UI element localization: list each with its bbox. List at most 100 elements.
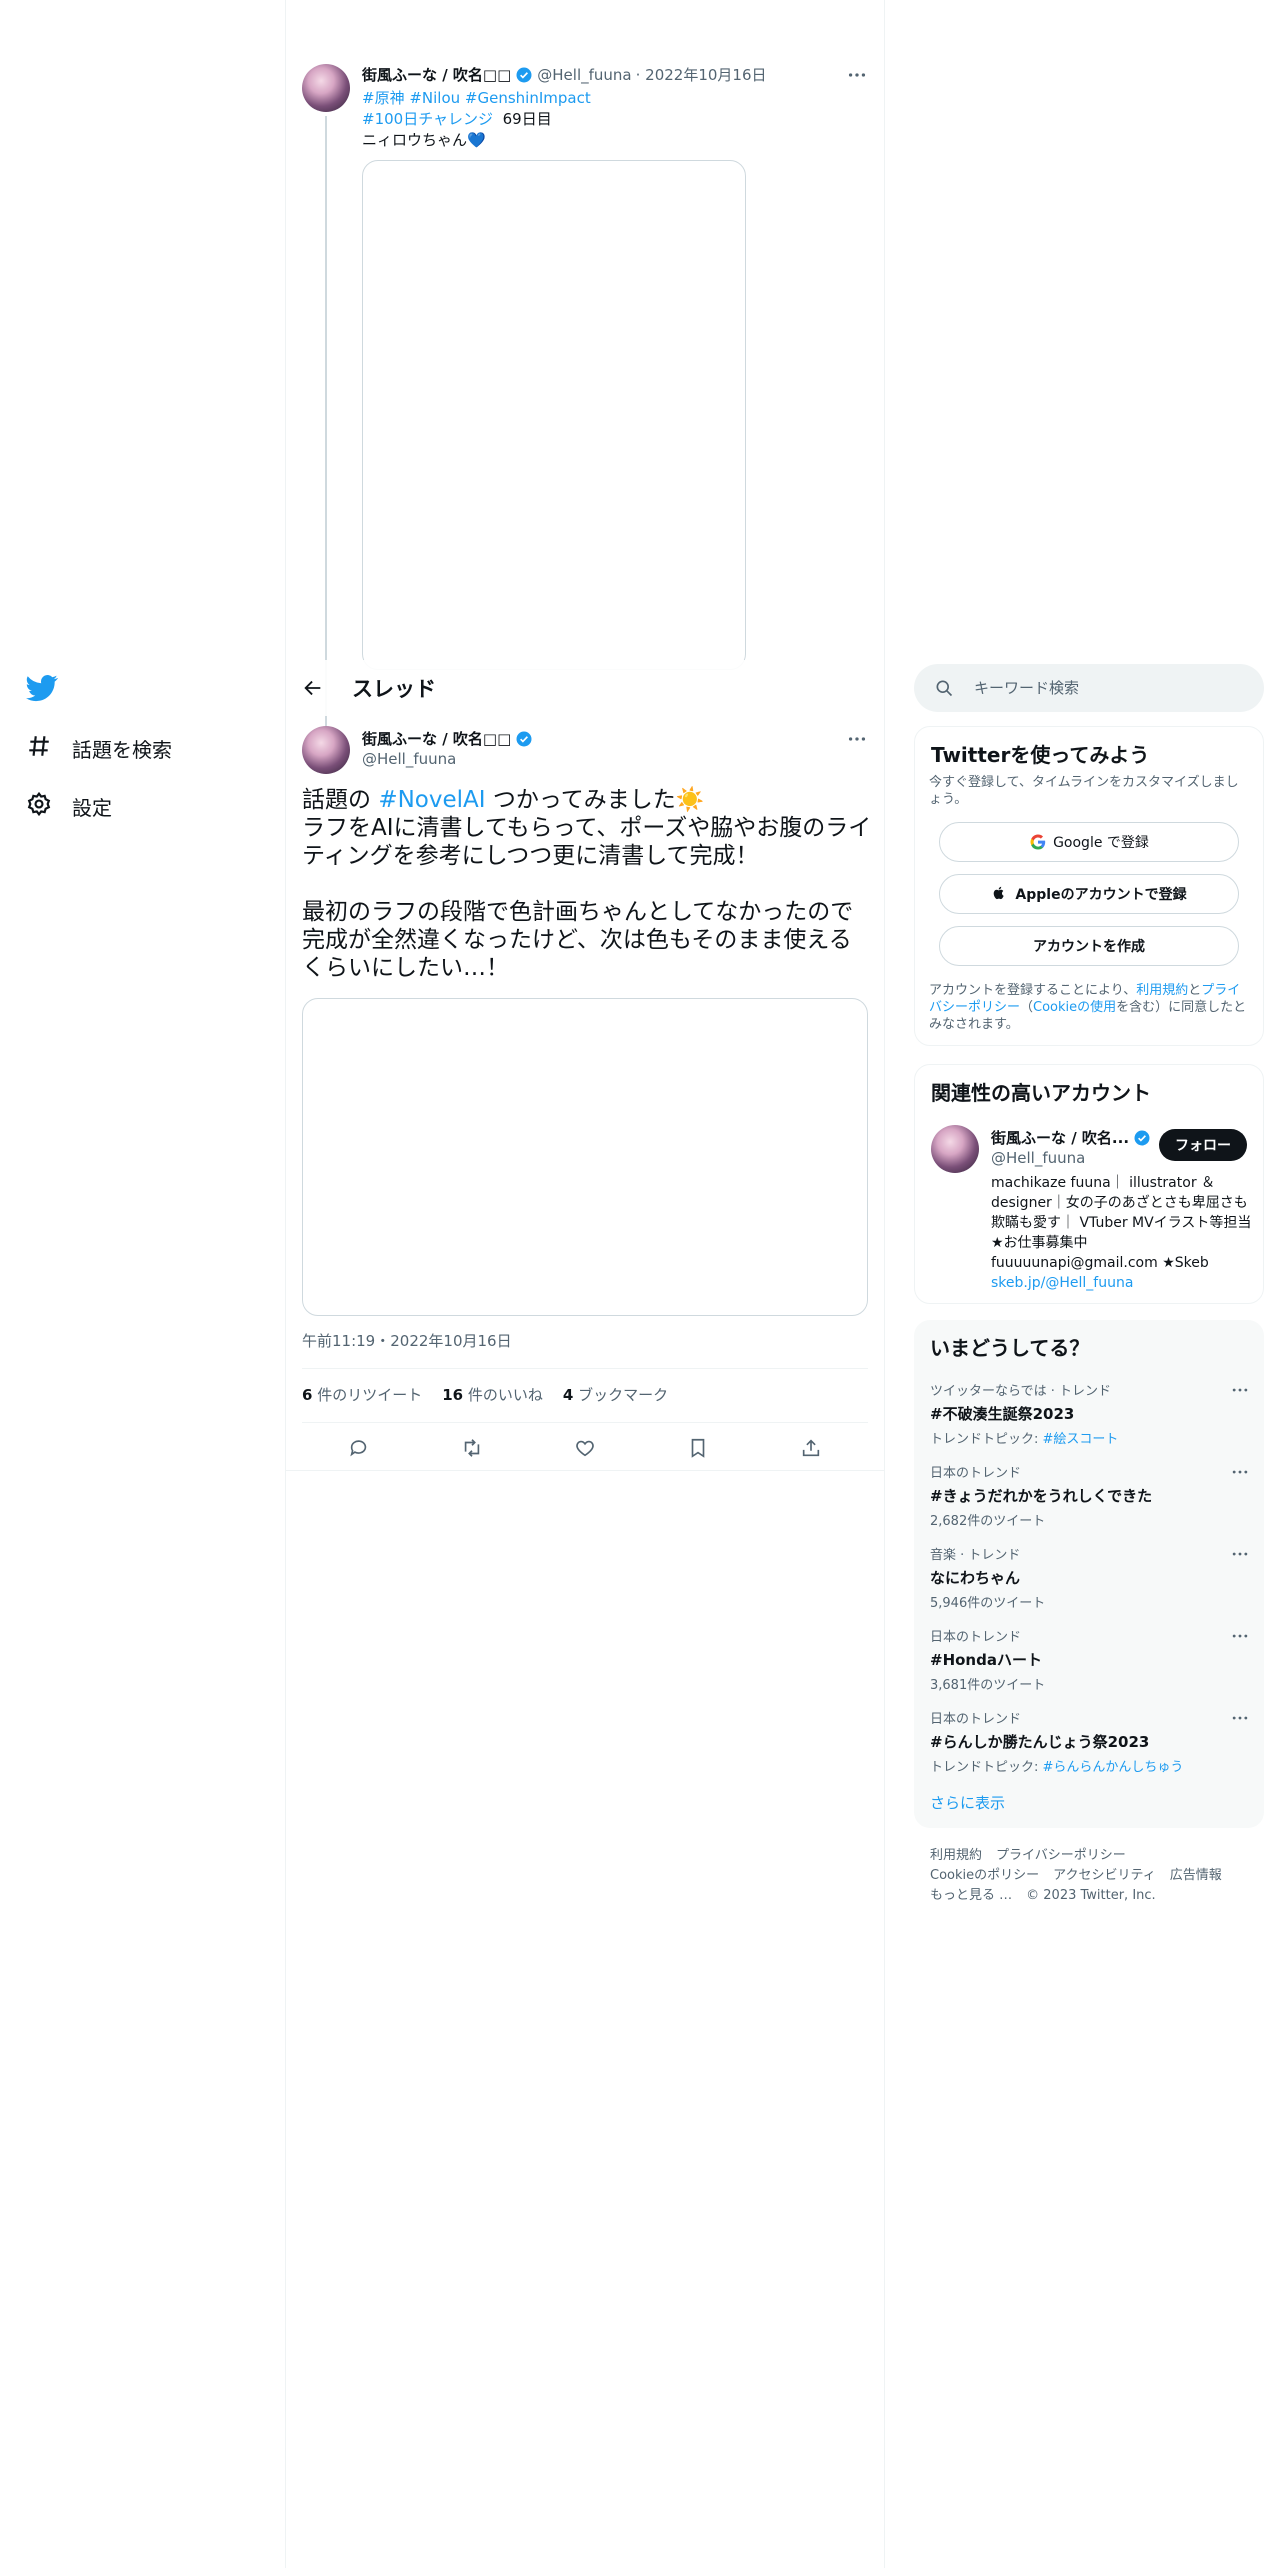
hashtag-icon [26,733,56,763]
parent-body: ニィロウちゃん💙 [362,131,486,149]
trend-context: 日本のトレンド [930,1630,1022,1645]
retweet-count-label: 件のリツイート [317,1386,423,1404]
thread-header: スレッド [286,660,884,716]
tweet-actions [302,1428,868,1468]
footer-more-link[interactable]: もっと見る … [930,1888,1012,1903]
trend-topic-link[interactable]: #らんらんかんしちゅう [1043,1760,1184,1775]
legal-text-1: アカウントを登録することにより、 [929,983,1137,998]
footer-terms-link[interactable]: 利用規約 [930,1848,982,1863]
footer-accessibility-link[interactable]: アクセシビリティ [1053,1868,1156,1883]
apple-logo-icon [991,885,1009,903]
signup-subtitle: 今すぐ登録して、タイムラインをカスタマイズしましょう。 [929,775,1239,807]
back-arrow-icon[interactable] [302,677,324,699]
parent-more-icon[interactable] [846,64,870,88]
tweet-timestamp[interactable]: 午前11:19・2022年10月16日 [302,1330,512,1351]
related-name-text: 街風ふーな / 吹名... [991,1129,1130,1147]
parent-tweet-image[interactable] [362,160,746,670]
parent-hashtag-100day[interactable]: #100日チャレンジ [362,110,493,128]
bookmark-count-label: ブックマーク [578,1386,669,1404]
reply-icon[interactable] [348,1437,370,1459]
main-author-handle[interactable]: @Hell_fuuna [362,750,456,768]
main-tweet-avatar[interactable] [302,726,350,774]
thread-connector-line [325,116,327,726]
google-signup-button[interactable]: Google で登録 [939,822,1239,862]
trend-more-icon[interactable] [1230,1708,1254,1732]
like-heart-icon[interactable] [574,1437,596,1459]
apple-signup-button[interactable]: Appleのアカウントで登録 [939,874,1239,914]
trend-more-icon[interactable] [1230,1544,1254,1568]
parent-tweet-header: 街風ふーな / 吹名□□ @Hell_fuuna · 2022年10月16日 [362,64,767,85]
retweet-icon[interactable] [461,1437,483,1459]
trend-name: #らんしか勝たんじょう祭2023 [930,1733,1150,1751]
trend-item[interactable]: 音楽 · トレンド なにわちゃん 5,946件のツイート [930,1544,1248,1611]
parent-tweet-date[interactable]: · 2022年10月16日 [636,64,767,85]
parent-author-name[interactable]: 街風ふーな / 吹名□□ [362,64,511,85]
trend-topic-link[interactable]: #絵スコート [1043,1432,1119,1447]
main-tweet-text: 話題の #NovelAI つかってみました☀️ ラフをAIに清書してもらって、ポ… [302,786,872,982]
verified-badge-icon [515,66,533,84]
follow-button[interactable]: フォロー [1159,1129,1247,1161]
trend-more-icon[interactable] [1230,1626,1254,1650]
related-title: 関連性の高いアカウント [931,1081,1151,1105]
footer-links: 利用規約 プライバシーポリシー Cookieのポリシー アクセシビリティ 広告情報 も… [930,1846,1236,1906]
terms-link[interactable]: 利用規約 [1136,983,1188,998]
parent-tweet-text: #原神 #Nilou #GenshinImpact #100日チャレンジ 69日… [362,88,591,151]
trend-item[interactable]: 日本のトレンド #らんしか勝たんじょう祭2023 トレンドトピック: #らんらん… [930,1708,1248,1775]
divider [302,1368,868,1369]
avatar[interactable] [302,64,350,112]
related-account-handle[interactable]: @Hell_fuuna [991,1149,1085,1167]
bookmark-count[interactable]: 4 ブックマーク [563,1384,668,1405]
main-tweet-image[interactable] [302,998,868,1316]
nav-explore[interactable]: 話題を検索 [26,728,172,768]
trend-more-icon[interactable] [1230,1380,1254,1404]
trend-context: 日本のトレンド [930,1466,1022,1481]
trend-item[interactable]: 日本のトレンド #Hondaハート 3,681件のツイート [930,1626,1248,1693]
share-icon[interactable] [800,1437,822,1459]
main-text-body: つかってみました☀️ ラフをAIに清書してもらって、ポーズや脇やお腹のライティン… [302,787,872,981]
twitter-bird-icon[interactable] [26,672,62,708]
search-input[interactable] [974,679,1234,697]
trend-item[interactable]: 日本のトレンド #きょうだれかをうれしくできた 2,682件のツイート [930,1462,1248,1529]
create-account-button[interactable]: アカウントを作成 [939,926,1239,966]
footer-ads-link[interactable]: 広告情報 [1170,1868,1222,1883]
trend-sub: 2,682件のツイート [930,1514,1046,1529]
nav-settings[interactable]: 設定 [26,786,112,826]
main-author[interactable]: 街風ふーな / 吹名□□ [362,728,537,749]
parent-day-count: 69日目 [502,110,552,128]
footer-privacy-link[interactable]: プライバシーポリシー [996,1848,1126,1863]
main-more-icon[interactable] [846,728,870,752]
search-bar[interactable] [914,664,1264,712]
trend-context: 音楽 · トレンド [930,1548,1021,1563]
like-count[interactable]: 16 件のいいね [442,1384,543,1405]
cookie-link[interactable]: Cookieの使用 [1033,1000,1116,1015]
page-title: スレッド [352,677,436,701]
parent-hashtags-line1[interactable]: #原神 #Nilou #GenshinImpact [362,88,591,109]
nav-settings-label: 設定 [72,795,112,820]
related-account-bio: machikaze fuuna｜ illustrator ＆ designer｜… [991,1173,1253,1293]
main-author-name[interactable]: 街風ふーな / 吹名□□ [362,728,511,749]
verified-badge-icon [1133,1129,1151,1147]
create-account-label: アカウントを作成 [1033,939,1145,955]
legal-text-2: と [1188,983,1202,998]
trend-more-icon[interactable] [1230,1462,1254,1486]
skeb-link[interactable]: skeb.jp/@Hell_fuuna [991,1273,1253,1293]
main-text-prefix: 話題の [302,787,379,813]
trend-name: #不破湊生誕祭2023 [930,1405,1075,1423]
show-more-link[interactable]: さらに表示 [930,1792,1005,1813]
trend-sub: 5,946件のツイート [930,1596,1046,1611]
left-column-border [285,0,286,2568]
related-account-name[interactable]: 街風ふーな / 吹名... [991,1127,1155,1148]
trends-card: いまどうしてる？ ツイッターならでは · トレンド #不破湊生誕祭2023 トレ… [914,1320,1264,1828]
footer-cookie-link[interactable]: Cookieのポリシー [930,1868,1039,1883]
related-avatar[interactable] [931,1125,979,1173]
trend-item[interactable]: ツイッターならでは · トレンド #不破湊生誕祭2023 トレンドトピック: #… [930,1380,1248,1447]
legal-text-3: （ [1020,1000,1034,1015]
like-count-value: 16 [442,1386,464,1404]
trend-name: #Hondaハート [930,1651,1042,1669]
hashtag-novelai[interactable]: #NovelAI [378,787,485,813]
bookmark-icon[interactable] [687,1437,709,1459]
search-icon [934,678,954,698]
trend-sub: トレンドトピック: [930,1432,1043,1447]
parent-author-handle[interactable]: @Hell_fuuna [537,66,631,84]
retweet-count[interactable]: 6 件のリツイート [302,1384,422,1405]
